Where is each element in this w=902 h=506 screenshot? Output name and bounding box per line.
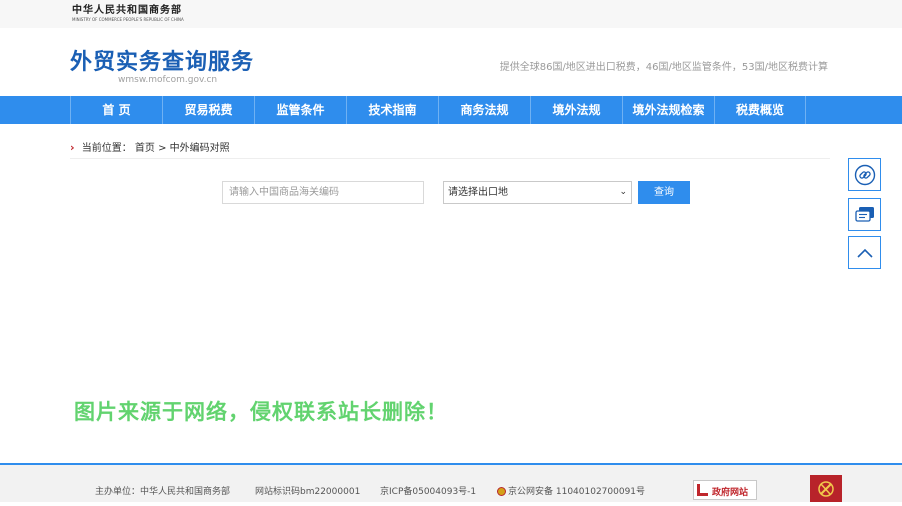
header-info: 提供全球86国/地区进出口税费，46国/地区监管条件，53国/地区税费计算 (499, 62, 828, 73)
site-url: wmsw.mofcom.gov.cn (118, 75, 218, 85)
hs-code-input[interactable] (222, 181, 424, 204)
side-message-button[interactable] (848, 198, 881, 231)
site-title[interactable]: 外贸实务查询服务 (70, 44, 254, 76)
footer-icp-link[interactable]: 京ICP备05004093号-1 (380, 484, 476, 497)
nav-item-regulatory-conditions[interactable]: 监管条件 (254, 96, 346, 124)
breadcrumb-separator: > (158, 143, 170, 154)
top-strip: 中华人民共和国商务部 MINISTRY OF COMMERCE PEOPLE'S… (0, 0, 902, 29)
party-emblem-icon[interactable] (810, 475, 842, 502)
export-destination-value: 请选择出口地 (448, 187, 508, 198)
nav-item-trade-tax[interactable]: 贸易税费 (162, 96, 254, 124)
ministry-name-en: MINISTRY OF COMMERCE PEOPLE'S REPUBLIC O… (72, 17, 184, 22)
gov-mark-icon (697, 484, 708, 496)
breadcrumb-home-link[interactable]: 首页 (135, 143, 155, 154)
ministry-logo[interactable]: 中华人民共和国商务部 MINISTRY OF COMMERCE PEOPLE'S… (72, 5, 184, 23)
footer-police-text: 京公网安备 11040102700091号 (508, 487, 646, 497)
side-link-button[interactable] (848, 158, 881, 191)
export-destination-select[interactable]: 请选择出口地 ⌄ (443, 181, 632, 204)
watermark-notice: 图片来源于网络，侵权联系站长删除！ (74, 400, 448, 424)
breadcrumb-prefix: 当前位置： (81, 143, 132, 154)
back-to-top-button[interactable] (848, 236, 881, 269)
nav-item-foreign-laws[interactable]: 境外法规 (530, 96, 622, 124)
emblem-mark (818, 481, 834, 497)
footer-site-code: 网站标识码bm22000001 (255, 487, 361, 497)
link-icon (854, 164, 875, 185)
nav-item-tax-overview[interactable]: 税费概览 (714, 96, 806, 124)
main-nav: 首 页 贸易税费 监管条件 技术指南 商务法规 境外法规 境外法规检索 税费概览 (0, 96, 902, 124)
site-header: 外贸实务查询服务 wmsw.mofcom.gov.cn 提供全球86国/地区进出… (0, 28, 902, 96)
gov-website-logo[interactable]: 政府网站 (693, 480, 757, 500)
gov-logo-text: 政府网站 (712, 488, 749, 498)
site-footer: 主办单位：中华人民共和国商务部 网站标识码bm22000001 京ICP备050… (0, 463, 902, 502)
nav-item-technical-guide[interactable]: 技术指南 (346, 96, 438, 124)
nav-item-commerce-laws[interactable]: 商务法规 (438, 96, 530, 124)
footer-police-link[interactable]: 京公网安备 11040102700091号 (497, 484, 645, 497)
chevron-down-icon: ⌄ (619, 187, 627, 197)
ministry-name-cn: 中华人民共和国商务部 (72, 5, 182, 16)
breadcrumb-current: 中外编码对照 (169, 143, 230, 154)
nav-item-home[interactable]: 首 页 (70, 96, 162, 124)
query-button[interactable]: 查询 (638, 181, 690, 204)
breadcrumb: › 当前位置： 首页 > 中外编码对照 (70, 139, 230, 154)
chevron-right-icon: › (70, 141, 75, 154)
police-badge-icon (497, 487, 506, 496)
message-icon (854, 206, 874, 222)
nav-item-foreign-law-search[interactable]: 境外法规检索 (622, 96, 714, 124)
breadcrumb-divider (70, 158, 830, 159)
footer-sponsor: 主办单位：中华人民共和国商务部 (95, 487, 231, 497)
back-to-top-icon (856, 248, 873, 258)
